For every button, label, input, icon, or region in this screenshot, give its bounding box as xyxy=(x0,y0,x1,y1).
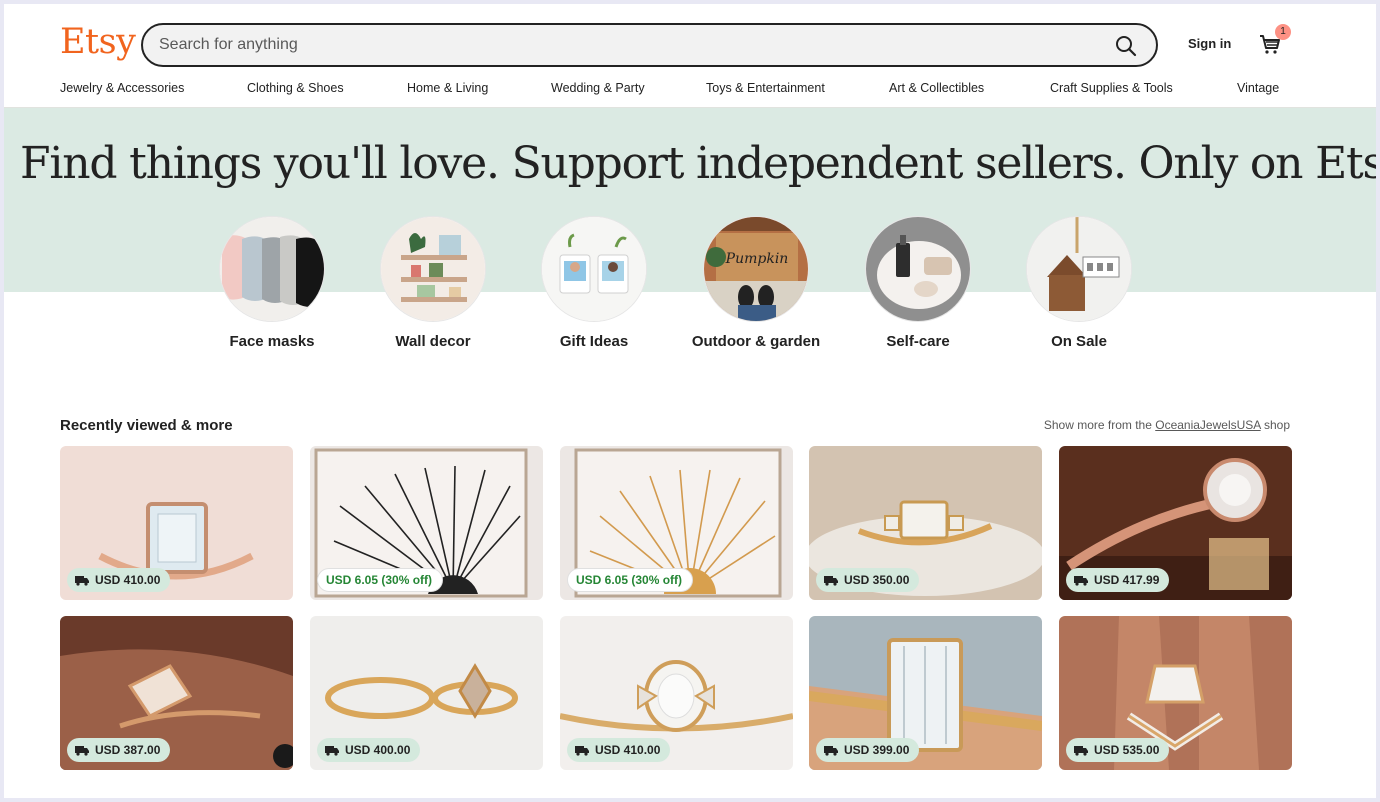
show-more-prefix: Show more from the xyxy=(1043,418,1152,432)
nav-clothing-shoes[interactable]: Clothing & Shoes xyxy=(247,81,344,95)
price-text: USD 6.05 (30% off) xyxy=(576,573,683,587)
category-wall-decor[interactable]: Wall decor xyxy=(363,216,503,351)
price-badge: USD 400.00 xyxy=(317,738,421,762)
listing-card[interactable]: USD 6.05 (30% off) xyxy=(560,446,793,600)
etsy-logo[interactable]: Etsy xyxy=(60,22,136,62)
face-masks-image xyxy=(219,216,325,322)
price-badge: USD 410.00 xyxy=(67,568,171,592)
truck-icon xyxy=(575,745,589,756)
price-text: USD 400.00 xyxy=(345,743,411,757)
listing-card[interactable]: USD 535.00 xyxy=(1059,616,1292,770)
price-badge: USD 6.05 (30% off) xyxy=(317,568,444,592)
price-badge: USD 399.00 xyxy=(816,738,920,762)
price-text: USD 535.00 xyxy=(1094,743,1160,757)
price-text: USD 350.00 xyxy=(844,573,910,587)
wall-decor-image xyxy=(380,216,486,322)
etsy-page: Etsy Sign in 1 Jewelry & Accessories Clo… xyxy=(4,4,1376,798)
cart-count-badge: 1 xyxy=(1275,24,1291,40)
price-text: USD 417.99 xyxy=(1094,573,1160,587)
nav-craft-supplies-tools[interactable]: Craft Supplies & Tools xyxy=(1050,81,1173,95)
price-badge: USD 6.05 (30% off) xyxy=(567,568,694,592)
category-self-care[interactable]: Self-care xyxy=(848,216,988,351)
truck-icon xyxy=(75,745,89,756)
category-label: Gift Ideas xyxy=(559,333,629,350)
category-label: Face masks xyxy=(229,333,315,350)
price-text: USD 387.00 xyxy=(95,743,161,757)
nav-toys-entertainment[interactable]: Toys & Entertainment xyxy=(706,81,825,95)
nav-art-collectibles[interactable]: Art & Collectibles xyxy=(889,81,984,95)
search-icon[interactable] xyxy=(1114,34,1138,58)
nav-vintage[interactable]: Vintage xyxy=(1237,81,1279,95)
recently-viewed-title: Recently viewed & more xyxy=(60,417,233,434)
truck-icon xyxy=(824,745,838,756)
site-header: Etsy Sign in 1 Jewelry & Accessories Clo… xyxy=(4,4,1376,108)
truck-icon xyxy=(1074,745,1088,756)
price-badge: USD 417.99 xyxy=(1066,568,1170,592)
category-label: Wall decor xyxy=(395,333,471,350)
truck-icon xyxy=(824,575,838,586)
truck-icon xyxy=(325,745,339,756)
category-nav: Jewelry & Accessories Clothing & Shoes H… xyxy=(4,81,1376,101)
price-badge: USD 410.00 xyxy=(567,738,671,762)
hero-title: Find things you'll love. Support indepen… xyxy=(20,138,1376,189)
listing-card[interactable]: USD 350.00 xyxy=(809,446,1042,600)
recently-viewed-grid: USD 410.00 USD 6.05 (30% off) USD 6.05 (… xyxy=(60,446,1292,776)
nav-wedding-party[interactable]: Wedding & Party xyxy=(551,81,645,95)
svg-text:Pumpkin: Pumpkin xyxy=(725,251,789,267)
listing-card[interactable]: USD 400.00 xyxy=(310,616,543,770)
truck-icon xyxy=(1074,575,1088,586)
listing-card[interactable]: USD 399.00 xyxy=(809,616,1042,770)
category-label: On Sale xyxy=(1051,333,1107,350)
outdoor-garden-image: Pumpkin xyxy=(703,216,809,322)
nav-home-living[interactable]: Home & Living xyxy=(407,81,488,95)
category-label: Self-care xyxy=(886,333,950,350)
price-text: USD 6.05 (30% off) xyxy=(326,573,433,587)
show-more-text: Show more from the OceaniaJewelsUSA shop xyxy=(1044,418,1290,432)
listing-card[interactable]: USD 410.00 xyxy=(560,616,793,770)
show-more-suffix: shop xyxy=(1263,418,1290,432)
nav-jewelry-accessories[interactable]: Jewelry & Accessories xyxy=(60,81,184,95)
category-on-sale[interactable]: On Sale xyxy=(1009,216,1149,351)
sign-in-link[interactable]: Sign in xyxy=(1188,36,1231,51)
price-badge: USD 350.00 xyxy=(816,568,920,592)
listing-card[interactable]: USD 410.00 xyxy=(60,446,293,600)
price-text: USD 410.00 xyxy=(595,743,661,757)
category-label: Outdoor & garden xyxy=(691,333,821,350)
price-text: USD 410.00 xyxy=(95,573,161,587)
price-text: USD 399.00 xyxy=(844,743,910,757)
price-badge: USD 535.00 xyxy=(1066,738,1170,762)
listing-card[interactable]: USD 417.99 xyxy=(1059,446,1292,600)
self-care-image xyxy=(865,216,971,322)
gift-ideas-image xyxy=(541,216,647,322)
search-bar xyxy=(141,23,1158,67)
search-input[interactable] xyxy=(159,33,1099,57)
listing-card[interactable]: USD 6.05 (30% off) xyxy=(310,446,543,600)
category-face-masks[interactable]: Face masks xyxy=(202,216,342,351)
shop-link[interactable]: OceaniaJewelsUSA xyxy=(1155,418,1260,432)
on-sale-image xyxy=(1026,216,1132,322)
truck-icon xyxy=(75,575,89,586)
category-circles: Face masks Wall decor Gift Ideas Pumpkin… xyxy=(4,216,1376,386)
price-badge: USD 387.00 xyxy=(67,738,171,762)
listing-card[interactable]: USD 387.00 xyxy=(60,616,293,770)
category-outdoor-garden[interactable]: Pumpkin Outdoor & garden xyxy=(686,216,826,351)
category-gift-ideas[interactable]: Gift Ideas xyxy=(524,216,664,351)
